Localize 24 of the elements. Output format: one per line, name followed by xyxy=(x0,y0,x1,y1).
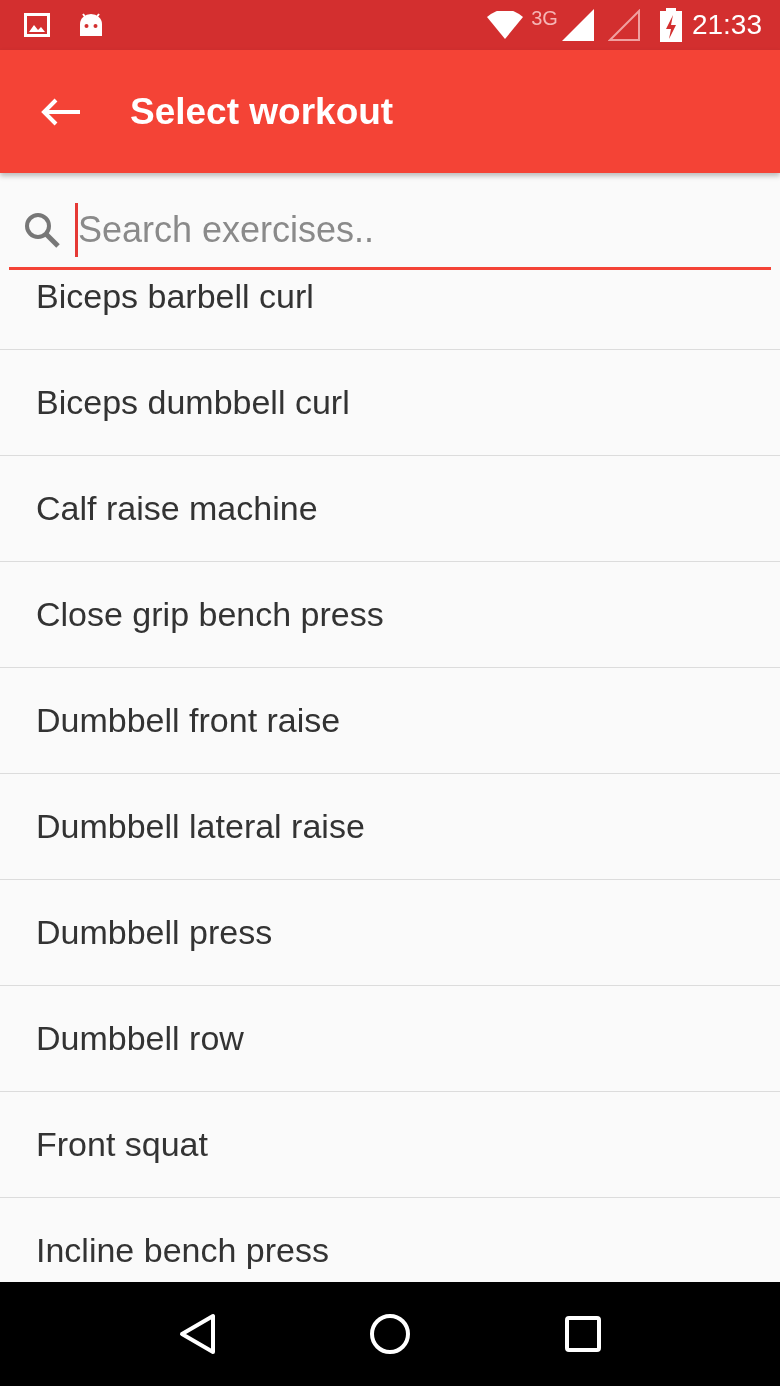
signal-icon xyxy=(561,9,594,41)
exercise-item[interactable]: Biceps dumbbell curl xyxy=(0,350,780,456)
network-type: 3G xyxy=(531,6,558,30)
clock: 21:33 xyxy=(691,9,762,41)
exercise-item[interactable]: Close grip bench press xyxy=(0,562,780,668)
exercise-item[interactable]: Dumbbell front raise xyxy=(0,668,780,774)
image-icon xyxy=(24,13,50,37)
square-recents-icon xyxy=(565,1316,602,1352)
exercise-item[interactable]: Dumbbell lateral raise xyxy=(0,774,780,880)
exercise-item[interactable]: Calf raise machine xyxy=(0,456,780,562)
exercise-item[interactable]: Front squat xyxy=(0,1092,780,1198)
exercise-item[interactable]: Dumbbell row xyxy=(0,986,780,1092)
battery-charging-icon xyxy=(659,8,682,42)
android-icon xyxy=(78,12,104,38)
triangle-back-icon xyxy=(177,1313,216,1355)
back-arrow-icon xyxy=(40,96,82,127)
exercise-item[interactable]: Dumbbell press xyxy=(0,880,780,986)
search-field[interactable]: Search exercises.. xyxy=(75,203,771,257)
exercise-item[interactable]: Biceps barbell curl xyxy=(0,272,780,350)
toolbar-title: Select workout xyxy=(130,90,394,133)
wifi-icon xyxy=(487,11,524,39)
signal-empty-icon xyxy=(607,9,640,41)
search-icon xyxy=(23,211,61,249)
circle-home-icon xyxy=(369,1313,411,1355)
